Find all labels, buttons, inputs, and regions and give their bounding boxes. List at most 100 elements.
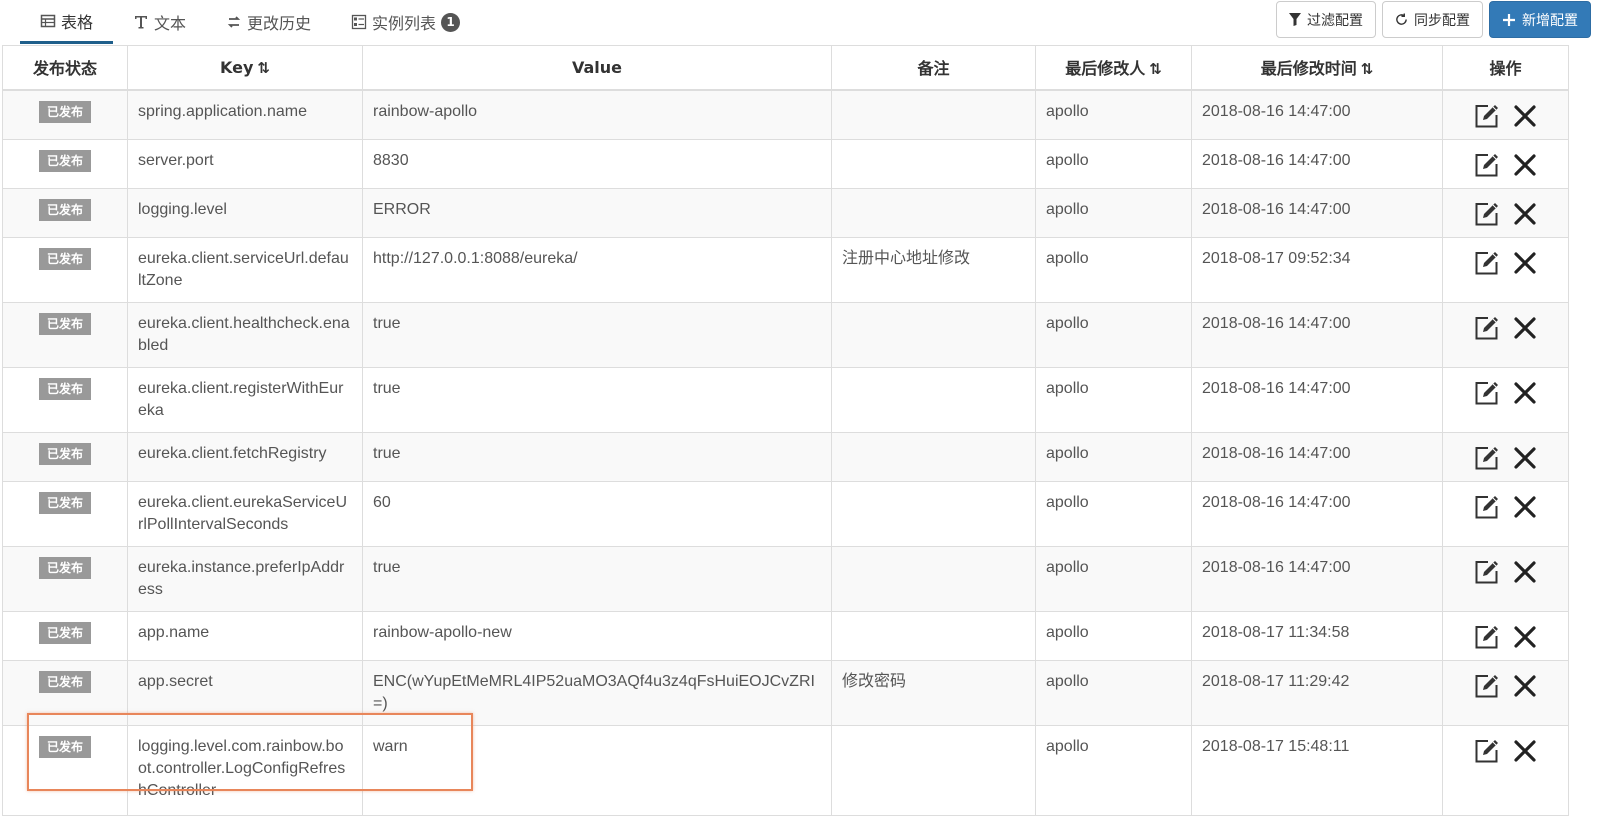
status-cell: 已发布 (2, 431, 128, 482)
sort-icon[interactable]: ⇅ (1361, 60, 1374, 78)
modified-time-cell: 2018-08-16 14:47:00 (1191, 480, 1443, 547)
modifier-cell: apollo (1035, 138, 1192, 189)
table-row: 已发布 spring.application.name rainbow-apollo… (2, 89, 1569, 140)
modified-time-cell: 2018-08-16 14:47:00 (1191, 431, 1443, 482)
comment-cell (831, 187, 1036, 238)
table-row: 已发布 eureka.client.serviceUrl.defaultZone h… (2, 236, 1569, 303)
tab-text[interactable]: 文本 (113, 0, 206, 44)
value-cell: true (362, 545, 832, 612)
modified-time-cell: 2018-08-16 14:47:00 (1191, 187, 1443, 238)
comment-cell (831, 724, 1036, 816)
sync-config-button[interactable]: 同步配置 (1382, 1, 1483, 38)
ops-cell (1442, 610, 1569, 661)
edit-icon[interactable] (1474, 380, 1500, 406)
delete-icon[interactable] (1512, 380, 1538, 406)
col-comment-label: 备注 (917, 59, 950, 79)
plus-icon (1503, 13, 1515, 26)
tab-history[interactable]: 更改历史 (206, 0, 331, 44)
delete-icon[interactable] (1512, 494, 1538, 520)
delete-icon[interactable] (1512, 250, 1538, 276)
ops-cell (1442, 659, 1569, 726)
edit-icon[interactable] (1474, 673, 1500, 699)
status-badge: 已发布 (38, 247, 91, 270)
delete-icon[interactable] (1512, 103, 1538, 129)
delete-icon[interactable] (1512, 445, 1538, 471)
value-cell: 8830 (362, 138, 832, 189)
modified-time-cell: 2018-08-16 14:47:00 (1191, 545, 1443, 612)
status-cell: 已发布 (2, 366, 128, 433)
delete-icon[interactable] (1512, 738, 1538, 764)
edit-icon[interactable] (1474, 103, 1500, 129)
status-cell: 已发布 (2, 480, 128, 547)
delete-icon[interactable] (1512, 315, 1538, 341)
edit-icon[interactable] (1474, 494, 1500, 520)
tab-table[interactable]: 表格 (20, 0, 114, 44)
key-cell: app.secret (127, 659, 363, 726)
key-cell: logging.level.com.rainbow.boot.controlle… (127, 724, 363, 816)
status-badge: 已发布 (38, 312, 91, 335)
edit-icon[interactable] (1474, 152, 1500, 178)
sort-icon[interactable]: ⇅ (257, 59, 270, 77)
edit-icon[interactable] (1474, 445, 1500, 471)
ops-cell (1442, 301, 1569, 368)
col-ops-label: 操作 (1489, 59, 1522, 79)
col-status-label: 发布状态 (32, 59, 97, 79)
delete-icon[interactable] (1512, 201, 1538, 227)
table-row: 已发布 eureka.client.registerWithEureka true a… (2, 366, 1569, 433)
status-badge: 已发布 (38, 621, 91, 644)
text-icon (135, 16, 148, 29)
modifier-cell: apollo (1035, 236, 1192, 303)
modifier-cell: apollo (1035, 366, 1192, 433)
value-cell: rainbow-apollo-new (362, 610, 832, 661)
key-cell: eureka.client.healthcheck.enabled (127, 301, 363, 368)
table-icon (40, 14, 56, 27)
edit-icon[interactable] (1474, 624, 1500, 650)
modifier-cell: apollo (1035, 545, 1192, 612)
table-row: 已发布 eureka.instance.preferIpAddress true ap… (2, 545, 1569, 612)
modifier-cell: apollo (1035, 480, 1192, 547)
key-cell: eureka.client.registerWithEureka (127, 366, 363, 433)
delete-icon[interactable] (1512, 559, 1538, 585)
tab-text-label: 文本 (154, 14, 187, 33)
value-cell: true (362, 301, 832, 368)
col-key[interactable]: Key ⇅ (127, 45, 363, 91)
ops-cell (1442, 138, 1569, 189)
table-row: 已发布 logging.level ERROR apollo 2018-08-16 14… (2, 187, 1569, 238)
comment-cell (831, 366, 1036, 433)
col-modified-time[interactable]: 最后修改时间 ⇅ (1191, 45, 1443, 91)
delete-icon[interactable] (1512, 624, 1538, 650)
col-modifier[interactable]: 最后修改人 ⇅ (1035, 45, 1192, 91)
filter-config-button[interactable]: 过滤配置 (1276, 1, 1376, 38)
comment-cell (831, 431, 1036, 482)
status-badge: 已发布 (38, 670, 91, 693)
add-config-button[interactable]: 新增配置 (1489, 1, 1591, 38)
value-cell: ENC(wYupEtMeMRL4IP52uaMO3AQf4u3z4qFsHuiE… (362, 659, 832, 726)
edit-icon[interactable] (1474, 201, 1500, 227)
comment-cell (831, 545, 1036, 612)
top-bar: 表格 文本 更改历史 实例列表 1 过滤配置 同步配置 新增配置 (0, 0, 1603, 46)
toolbar: 过滤配置 同步配置 新增配置 (1276, 1, 1591, 38)
edit-icon[interactable] (1474, 250, 1500, 276)
edit-icon[interactable] (1474, 738, 1500, 764)
modifier-cell: apollo (1035, 301, 1192, 368)
status-badge: 已发布 (38, 556, 91, 579)
modifier-cell: apollo (1035, 431, 1192, 482)
comment-cell (831, 610, 1036, 661)
value-cell: 60 (362, 480, 832, 547)
comment-cell: 注册中心地址修改 (831, 236, 1036, 303)
modifier-cell: apollo (1035, 724, 1192, 816)
tab-instances[interactable]: 实例列表 1 (331, 0, 480, 44)
ops-cell (1442, 724, 1569, 816)
comment-cell (831, 138, 1036, 189)
table-row: 已发布 eureka.client.fetchRegistry true apollo… (2, 431, 1569, 482)
edit-icon[interactable] (1474, 315, 1500, 341)
value-cell: http://127.0.0.1:8088/eureka/ (362, 236, 832, 303)
ops-cell (1442, 187, 1569, 238)
edit-icon[interactable] (1474, 559, 1500, 585)
delete-icon[interactable] (1512, 152, 1538, 178)
status-cell: 已发布 (2, 724, 128, 816)
config-table-wrap: 发布状态 Key ⇅ Value 备注 最后修改人 ⇅ 最后修改时间 ⇅ 操作 已发布… (2, 45, 1569, 816)
value-cell: warn (362, 724, 832, 816)
delete-icon[interactable] (1512, 673, 1538, 699)
sort-icon[interactable]: ⇅ (1149, 60, 1162, 78)
